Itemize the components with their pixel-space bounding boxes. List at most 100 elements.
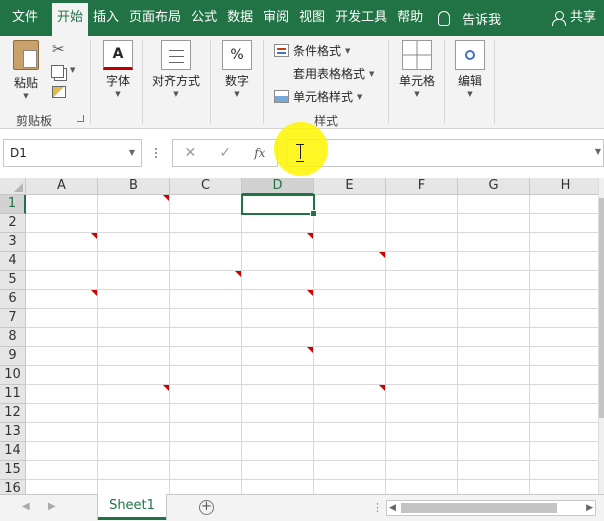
percent-icon: % (222, 40, 252, 70)
column-header-e[interactable]: E (314, 178, 386, 195)
active-cell-d1[interactable] (241, 194, 317, 217)
prev-sheet-icon[interactable]: ◀ (22, 501, 30, 512)
comment-indicator-b11[interactable] (163, 385, 169, 391)
row-header-5[interactable]: 5 (0, 271, 26, 290)
column-header-f[interactable]: F (386, 178, 458, 195)
group-divider (263, 40, 264, 124)
chevron-down-icon: ▼ (234, 90, 240, 98)
comment-indicator-a6[interactable] (91, 290, 97, 296)
row-header-9[interactable]: 9 (0, 347, 26, 366)
row-header-1[interactable]: 1 (0, 195, 26, 214)
add-sheet-icon[interactable]: + (199, 500, 214, 515)
column-header-a[interactable]: A (26, 178, 98, 195)
row-header-14[interactable]: 14 (0, 442, 26, 461)
tell-me-label: 告诉我 (462, 12, 502, 28)
worksheet-grid[interactable]: ABCDEFGH 1 2 3 4 5 6 7 8 9 10 11 12 13 14 15 16 (0, 178, 598, 494)
column-header-h[interactable]: H (530, 178, 598, 195)
cells-button[interactable]: 单元格 ▼ (396, 40, 438, 99)
alignment-button[interactable]: 对齐方式 ▼ (148, 40, 204, 99)
row-header-15[interactable]: 15 (0, 461, 26, 480)
scroll-right-icon[interactable]: ▶ (586, 501, 593, 515)
number-button[interactable]: % 数字 ▼ (218, 40, 256, 99)
cut-icon[interactable]: ✂ (52, 40, 65, 58)
row-header-3[interactable]: 3 (0, 233, 26, 252)
comment-indicator-c5[interactable] (235, 271, 241, 277)
paste-button[interactable]: 粘贴 ▼ (8, 40, 44, 101)
clipboard-group-label: 剪贴板 (16, 114, 53, 128)
formula-input[interactable]: ▼ (286, 139, 604, 167)
editing-button[interactable]: 编辑 ▼ (452, 40, 488, 99)
tell-me-search[interactable]: 告诉我 (438, 0, 501, 36)
chevron-down-icon[interactable]: ▼ (129, 140, 135, 166)
group-divider (210, 40, 211, 124)
insert-function-icon[interactable]: fx (254, 146, 265, 160)
tab-view[interactable]: 视图 (294, 0, 330, 36)
vertical-scrollbar[interactable] (598, 178, 604, 494)
scroll-left-icon[interactable]: ◀ (389, 501, 396, 515)
column-header-d[interactable]: D (242, 178, 314, 195)
comment-indicator-e4[interactable] (379, 252, 385, 258)
tab-help[interactable]: 帮助 (392, 0, 428, 36)
cells-label: 单元格 (398, 74, 435, 88)
copy-icon[interactable] (51, 65, 64, 78)
row-header-10[interactable]: 10 (0, 366, 26, 385)
drag-handle-icon[interactable] (155, 148, 157, 158)
alignment-label: 对齐方式 (151, 74, 200, 88)
copy-dropdown-icon[interactable]: ▼ (70, 66, 75, 74)
comment-indicator-d9[interactable] (307, 347, 313, 353)
cell-styles-button[interactable]: 单元格样式 ▼ (274, 88, 362, 105)
sheet-tab-sheet1[interactable]: Sheet1 (98, 494, 166, 520)
tab-home[interactable]: 开始 (52, 0, 89, 36)
tab-insert[interactable]: 插入 (88, 0, 124, 36)
comment-indicator-b1[interactable] (163, 195, 169, 201)
row-header-16[interactable]: 16 (0, 480, 26, 494)
tab-data[interactable]: 数据 (222, 0, 258, 36)
ribbon-home: 粘贴 ▼ ✂ ▼ 剪贴板 A 字体 ▼ 对齐方式 ▼ % 数字 ▼ 条件格式 ▼… (0, 36, 604, 258)
format-painter-icon[interactable] (52, 86, 66, 98)
scroll-thumb[interactable] (401, 503, 557, 513)
lightbulb-icon (438, 10, 451, 26)
column-header-c[interactable]: C (170, 178, 242, 195)
row-header-12[interactable]: 12 (0, 404, 26, 423)
scroll-thumb[interactable] (599, 198, 604, 418)
comment-indicator-d6[interactable] (307, 290, 313, 296)
row-header-8[interactable]: 8 (0, 328, 26, 347)
comment-indicator-e11[interactable] (379, 385, 385, 391)
row-header-13[interactable]: 13 (0, 423, 26, 442)
select-all-button[interactable] (0, 178, 26, 195)
dialog-launcher-icon[interactable] (77, 115, 84, 122)
group-divider (444, 40, 445, 124)
row-header-4[interactable]: 4 (0, 252, 26, 271)
comment-indicator-d3[interactable] (307, 233, 313, 239)
column-header-b[interactable]: B (98, 178, 170, 195)
conditional-format-button[interactable]: 条件格式 ▼ (274, 42, 350, 59)
tab-developer[interactable]: 开发工具 (330, 0, 392, 36)
styles-group-label: 样式 (314, 114, 339, 128)
tab-splitter-icon[interactable]: ⋮ (372, 501, 383, 514)
name-box[interactable]: D1 ▼ (3, 139, 142, 167)
cell-area[interactable] (26, 195, 598, 494)
tab-file[interactable]: 文件 (0, 0, 52, 36)
row-header-6[interactable]: 6 (0, 290, 26, 309)
sheet-tab-bar: ◀ ▶ Sheet1 + ⋮ ◀ ▶ (0, 494, 604, 521)
share-button[interactable]: 共享 (551, 0, 596, 36)
cancel-icon[interactable]: ✕ (185, 145, 197, 161)
tab-review[interactable]: 审阅 (258, 0, 294, 36)
next-sheet-icon[interactable]: ▶ (48, 501, 56, 512)
group-divider (142, 40, 143, 124)
group-divider (388, 40, 389, 124)
row-header-7[interactable]: 7 (0, 309, 26, 328)
comment-indicator-a3[interactable] (91, 233, 97, 239)
expand-formula-icon[interactable]: ▼ (595, 147, 601, 156)
column-header-g[interactable]: G (458, 178, 530, 195)
format-as-table-button[interactable]: 套用表格格式 ▼ (274, 65, 374, 258)
row-header-11[interactable]: 11 (0, 385, 26, 404)
font-button[interactable]: A 字体 ▼ (98, 40, 138, 99)
tab-formulas[interactable]: 公式 (186, 0, 222, 36)
horizontal-scrollbar[interactable]: ◀ ▶ (386, 500, 596, 516)
row-header-2[interactable]: 2 (0, 214, 26, 233)
enter-icon[interactable]: ✓ (219, 145, 231, 161)
name-box-value: D1 (10, 146, 27, 160)
chevron-down-icon: ▼ (357, 92, 363, 101)
tab-page-layout[interactable]: 页面布局 (124, 0, 186, 36)
